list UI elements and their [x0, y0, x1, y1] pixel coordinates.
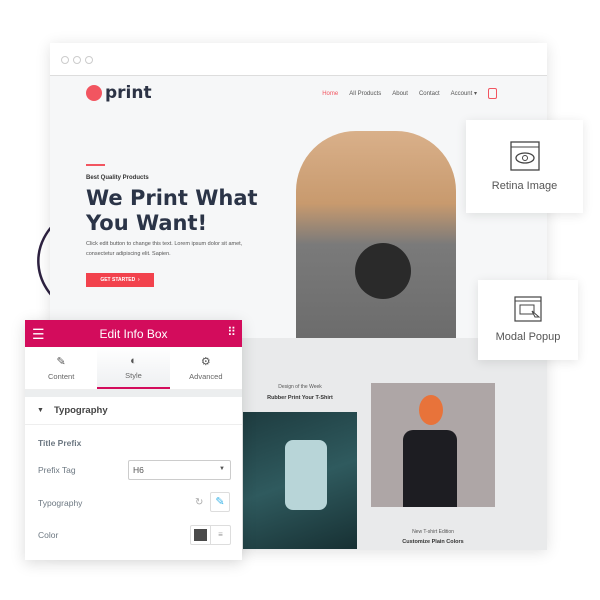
- hero-subtitle: Best Quality Products: [86, 175, 149, 181]
- product-title[interactable]: Rubber Print Your T-Shirt: [243, 395, 357, 401]
- nav-contact[interactable]: Contact: [419, 91, 440, 97]
- product-tshirt: [403, 430, 457, 507]
- tab-content[interactable]: ✎ Content: [25, 347, 97, 389]
- section-title: Typography: [53, 405, 108, 416]
- prefix-tag-value: H6: [133, 465, 144, 475]
- reset-icon[interactable]: ↻: [195, 497, 203, 508]
- get-started-button[interactable]: GET STARTED ›: [86, 273, 154, 287]
- product-title[interactable]: Customize Plain Colors: [371, 539, 495, 545]
- hero-paragraph: Click edit button to change this text. L…: [86, 241, 243, 257]
- tab-advanced[interactable]: ⚙ Advanced: [170, 347, 242, 389]
- nav-home[interactable]: Home: [322, 91, 338, 97]
- color-label: Color: [38, 530, 59, 540]
- logo-icon: [86, 85, 102, 101]
- logo-text: print: [105, 83, 152, 103]
- panel-tabs: ✎ Content ◐ Style ⚙ Advanced: [25, 347, 242, 390]
- caret-down-icon: ▼: [37, 407, 44, 414]
- color-picker[interactable]: ≡: [190, 525, 231, 545]
- cart-icon[interactable]: [488, 88, 497, 99]
- logo[interactable]: print: [86, 83, 152, 103]
- prefix-tag-label: Prefix Tag: [38, 465, 76, 475]
- tab-label: Style: [125, 370, 142, 380]
- section-typography[interactable]: ▼ Typography: [25, 397, 242, 425]
- title-bar: [50, 43, 547, 76]
- edit-typography-button[interactable]: ✎: [210, 492, 230, 512]
- product-caption: New T-shirt Edition: [412, 529, 454, 535]
- main-nav: Home All Products About Contact Account …: [322, 88, 497, 99]
- contrast-icon: ◐: [130, 354, 137, 367]
- tab-style[interactable]: ◐ Style: [97, 347, 170, 389]
- window-dot[interactable]: [61, 56, 69, 64]
- tab-label: Advanced: [189, 372, 223, 381]
- color-swatch[interactable]: [191, 526, 211, 544]
- product-caption: Design of the Week: [278, 384, 322, 390]
- typography-label: Typography: [38, 498, 83, 508]
- nav-all-products[interactable]: All Products: [349, 91, 381, 97]
- eye-browser-icon: [509, 141, 540, 171]
- model-hair: [419, 395, 443, 425]
- prefix-tag-select[interactable]: H6 ▼: [128, 460, 231, 480]
- tab-label: Content: [48, 372, 75, 381]
- nav-about[interactable]: About: [392, 91, 408, 97]
- hero-title: We Print What You Want!: [86, 186, 258, 235]
- window-dot[interactable]: [73, 56, 81, 64]
- grid-apps-icon[interactable]: ⠿: [227, 325, 236, 339]
- gear-icon: ⚙: [200, 356, 211, 368]
- accent-line: [86, 164, 105, 166]
- nav-account-label: Account: [450, 91, 473, 97]
- global-colors-icon[interactable]: ≡: [211, 526, 230, 544]
- get-started-label: GET STARTED: [100, 277, 136, 283]
- panel-header: ☰ Edit Info Box ⠿: [25, 320, 242, 347]
- feature-label: Modal Popup: [495, 331, 561, 343]
- popup-cursor-icon: [514, 296, 542, 322]
- feature-label: Retina Image: [491, 180, 558, 192]
- group-title: Title Prefix: [38, 438, 82, 448]
- chevron-down-icon: ▼: [219, 466, 225, 472]
- feature-card-retina[interactable]: Retina Image: [466, 120, 583, 213]
- hamburger-menu-icon[interactable]: ☰: [32, 326, 45, 343]
- divider: [25, 390, 242, 397]
- panel-title: Edit Info Box: [99, 326, 168, 341]
- window-dot[interactable]: [85, 56, 93, 64]
- pencil-icon: ✎: [56, 356, 66, 368]
- nav-account[interactable]: Account ▾: [451, 90, 477, 97]
- tshirt-print: [355, 243, 411, 299]
- product-tshirt: [285, 440, 327, 510]
- feature-card-modal[interactable]: Modal Popup: [478, 280, 578, 360]
- hero-model-image: [296, 131, 456, 338]
- pencil-icon: ✎: [215, 496, 225, 508]
- edit-panel: ☰ Edit Info Box ⠿ ✎ Content ◐ Style ⚙ Advan…: [25, 320, 242, 560]
